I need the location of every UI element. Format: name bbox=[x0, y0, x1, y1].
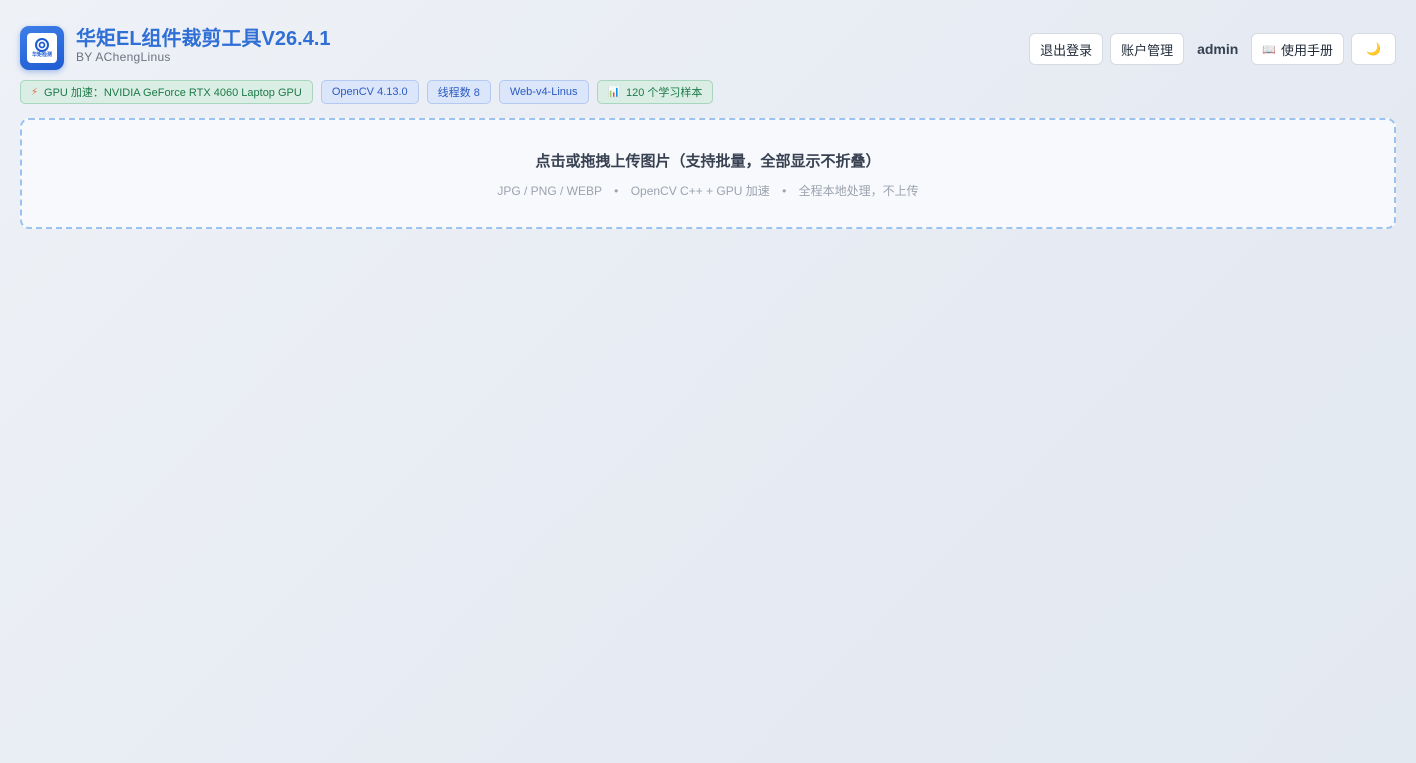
lightning-icon: ⚡ bbox=[31, 86, 39, 98]
logo-inner: 华矩检测 bbox=[27, 33, 57, 63]
upload-dropzone[interactable]: 点击或拖拽上传图片（支持批量，全部显示不折叠） JPG / PNG / WEBP… bbox=[20, 118, 1396, 229]
upload-formats: JPG / PNG / WEBP bbox=[497, 184, 602, 198]
app-subtitle: BY AChengLinus bbox=[76, 50, 171, 64]
gpu-badge: ⚡ GPU 加速：NVIDIA GeForce RTX 4060 Laptop … bbox=[20, 80, 313, 104]
user-manual-button[interactable]: 📖 使用手册 bbox=[1251, 33, 1345, 65]
samples-badge-label: 120 个学习样本 bbox=[625, 87, 703, 99]
book-icon: 📖 bbox=[1262, 43, 1277, 56]
separator-dot: • bbox=[614, 184, 619, 198]
logo-text: 华矩检测 bbox=[31, 52, 52, 58]
upload-engine: OpenCV C++ + GPU 加速 bbox=[630, 184, 770, 198]
account-management-button[interactable]: 账户管理 bbox=[1110, 33, 1185, 65]
header-actions: 退出登录 账户管理 admin 📖 使用手册 🌙 bbox=[1029, 33, 1396, 65]
logo-swirl-icon bbox=[35, 38, 49, 52]
logout-button[interactable]: 退出登录 bbox=[1029, 33, 1104, 65]
bar-chart-icon: 📊 bbox=[607, 86, 620, 98]
gpu-badge-label: GPU 加速：NVIDIA GeForce RTX 4060 Laptop GP… bbox=[44, 87, 302, 99]
username-label: admin bbox=[1197, 41, 1239, 57]
upload-privacy: 全程本地处理，不上传 bbox=[798, 184, 919, 198]
samples-badge: 📊 120 个学习样本 bbox=[596, 80, 714, 104]
app-header: 华矩检测 华矩EL组件裁剪工具V26.4.1 BY AChengLinus 退出… bbox=[20, 20, 1396, 70]
user-manual-label: 使用手册 bbox=[1281, 42, 1334, 58]
status-badges: ⚡ GPU 加速：NVIDIA GeForce RTX 4060 Laptop … bbox=[20, 80, 714, 104]
threads-badge: 线程数 8 bbox=[426, 80, 491, 104]
separator-dot: • bbox=[782, 184, 787, 198]
app-title: 华矩EL组件裁剪工具V26.4.1 bbox=[76, 28, 331, 50]
upload-title: 点击或拖拽上传图片（支持批量，全部显示不折叠） bbox=[535, 153, 881, 170]
web-version-badge: Web-v4-Linus bbox=[498, 80, 589, 104]
app-logo: 华矩检测 bbox=[20, 26, 64, 70]
theme-toggle-button[interactable]: 🌙 bbox=[1351, 33, 1396, 65]
upload-hint: JPG / PNG / WEBP • OpenCV C++ + GPU 加速 •… bbox=[22, 182, 1394, 199]
moon-icon: 🌙 bbox=[1366, 42, 1381, 56]
opencv-badge: OpenCV 4.13.0 bbox=[320, 80, 419, 104]
